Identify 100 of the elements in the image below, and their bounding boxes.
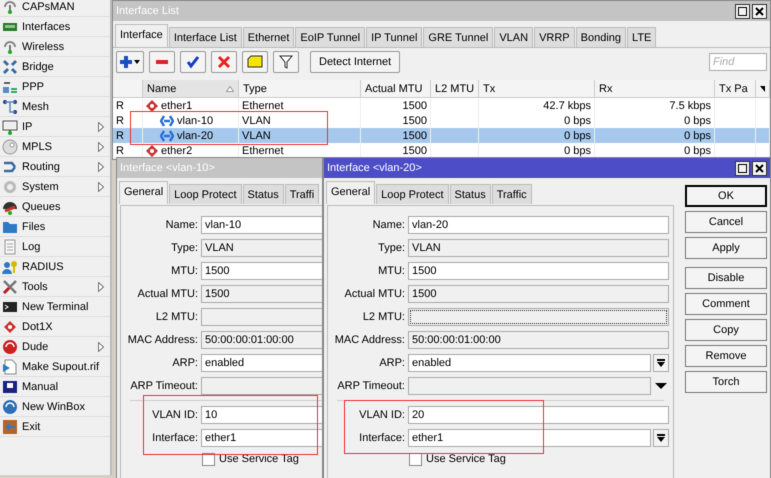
- tab[interactable]: General: [119, 181, 168, 204]
- tab[interactable]: Bonding: [576, 27, 626, 47]
- input-field[interactable]: vlan-20: [408, 216, 669, 234]
- input-field[interactable]: 20: [408, 406, 669, 424]
- remove-button[interactable]: [149, 51, 175, 73]
- table-row[interactable]: R vlan-10 VLAN 1500 0 bps 0 bps: [113, 113, 770, 128]
- close-icon: [755, 164, 764, 172]
- tab[interactable]: Ethernet: [242, 27, 294, 47]
- dialog-button[interactable]: Cancel: [685, 211, 767, 233]
- dialog-button[interactable]: Disable: [685, 267, 767, 289]
- tab[interactable]: General: [326, 181, 376, 204]
- menu-item[interactable]: Bridge: [0, 57, 110, 77]
- tab[interactable]: Status: [242, 184, 284, 204]
- checkbox[interactable]: [409, 452, 422, 466]
- table-row[interactable]: R vlan-20 VLAN 1500 0 bps 0 bps: [113, 128, 770, 143]
- tab[interactable]: Loop Protect: [169, 184, 242, 204]
- menu-item[interactable]: Tools: [0, 277, 110, 297]
- menu-item[interactable]: Make Supout.rif: [0, 357, 110, 377]
- readonly-field: 50:00:00:01:00:00: [408, 330, 669, 348]
- dialog-button[interactable]: Comment: [685, 293, 767, 315]
- caret-icon[interactable]: [655, 382, 667, 390]
- field-label: Name:: [372, 218, 406, 230]
- disable-button[interactable]: [211, 51, 237, 73]
- dropdown-button[interactable]: [653, 354, 669, 372]
- table-cell: ether2: [146, 144, 192, 156]
- menu-item[interactable]: Files: [0, 217, 110, 237]
- wrench-icon: [2, 278, 18, 294]
- menu-item[interactable]: Queues: [0, 197, 110, 217]
- filter-button[interactable]: [273, 51, 299, 73]
- maximize-button[interactable]: [735, 4, 750, 18]
- menu-item[interactable]: RADIUS: [0, 257, 110, 277]
- close-button[interactable]: [752, 4, 767, 18]
- tab[interactable]: VLAN: [494, 27, 534, 47]
- maximize-button[interactable]: [735, 160, 750, 176]
- field-label: ARP Timeout:: [129, 380, 199, 392]
- dialog-button[interactable]: Torch: [685, 371, 767, 393]
- menu-item[interactable]: Interfaces: [0, 17, 110, 37]
- input-field[interactable]: 1500: [201, 262, 322, 280]
- field-label: MAC Address:: [126, 334, 199, 346]
- enable-button[interactable]: [180, 51, 206, 73]
- tab[interactable]: GRE Tunnel: [423, 27, 494, 47]
- menu-item[interactable]: IP: [0, 117, 110, 137]
- menu-item[interactable]: Log: [0, 237, 110, 257]
- dialog-button[interactable]: Remove: [685, 345, 767, 367]
- menu-item[interactable]: PPP: [0, 77, 110, 97]
- menu-item[interactable]: New Terminal: [0, 297, 110, 317]
- column-header[interactable]: L2 MTU: [431, 80, 479, 98]
- menu-item[interactable]: Dude: [0, 337, 110, 357]
- column-header[interactable]: Type: [239, 80, 361, 98]
- input-field[interactable]: enabled: [201, 354, 322, 372]
- field-label: ARP:: [171, 356, 199, 368]
- checkbox[interactable]: [202, 452, 215, 466]
- column-header[interactable]: Actual MTU: [361, 80, 431, 98]
- close-button[interactable]: [752, 160, 767, 176]
- maximize-icon: [738, 164, 747, 172]
- tab[interactable]: VRRP: [534, 27, 575, 47]
- column-header[interactable]: Name: [143, 80, 239, 98]
- menu-item[interactable]: Exit: [0, 417, 110, 437]
- menu-item[interactable]: Mesh: [0, 97, 110, 117]
- input-field[interactable]: vlan-10: [201, 216, 322, 234]
- column-header[interactable]: Tx: [479, 80, 595, 98]
- column-menu-button[interactable]: [756, 80, 770, 98]
- tab[interactable]: Status: [450, 184, 491, 204]
- tab[interactable]: Loop Protect: [376, 184, 449, 204]
- input-field[interactable]: ether1: [201, 428, 322, 446]
- menu-item[interactable]: Manual: [0, 377, 110, 397]
- comment-button[interactable]: [242, 51, 268, 73]
- menu-item[interactable]: MPLS: [0, 137, 110, 157]
- dialog-button[interactable]: Apply: [685, 237, 767, 259]
- input-field[interactable]: 1500: [408, 262, 669, 280]
- plus-icon: [119, 55, 141, 69]
- dialog-button[interactable]: OK: [685, 185, 767, 207]
- menu-item[interactable]: CAPsMAN: [0, 0, 110, 17]
- tab[interactable]: Traffi: [284, 184, 320, 204]
- table-row[interactable]: R ether1 Ethernet 1500 42.7 kbps 7.5 kbps: [113, 98, 770, 113]
- input-field[interactable]: ether1: [408, 428, 651, 446]
- detect-internet-button[interactable]: Detect Internet: [310, 51, 400, 73]
- column-header[interactable]: Rx: [595, 80, 715, 98]
- globe-icon: [2, 338, 18, 354]
- tab[interactable]: Interface List: [168, 27, 242, 47]
- menu-item[interactable]: Dot1X: [0, 317, 110, 337]
- menu-item[interactable]: System: [0, 177, 110, 197]
- tab[interactable]: IP Tunnel: [366, 27, 422, 47]
- tab[interactable]: Interface: [115, 24, 168, 47]
- dialog-button[interactable]: Copy: [685, 319, 767, 341]
- table-row[interactable]: R ether2 Ethernet 1500 0 bps 0 bps: [113, 143, 770, 158]
- add-button[interactable]: [116, 51, 144, 73]
- dropdown-button[interactable]: [653, 428, 669, 446]
- menu-item[interactable]: Wireless: [0, 37, 110, 57]
- tab[interactable]: EoIP Tunnel: [295, 27, 366, 47]
- tab[interactable]: Traffic: [492, 184, 532, 204]
- menu-item[interactable]: New WinBox: [0, 397, 110, 417]
- menu-item[interactable]: Routing: [0, 157, 110, 177]
- column-header[interactable]: Tx Pa: [715, 80, 756, 98]
- input-field[interactable]: 10: [201, 406, 322, 424]
- antenna-icon: [2, 38, 18, 54]
- tab[interactable]: LTE: [627, 27, 656, 47]
- find-field[interactable]: Find: [709, 53, 767, 71]
- input-field[interactable]: enabled: [408, 354, 651, 372]
- window-title: Interface <vlan-20>: [327, 162, 423, 174]
